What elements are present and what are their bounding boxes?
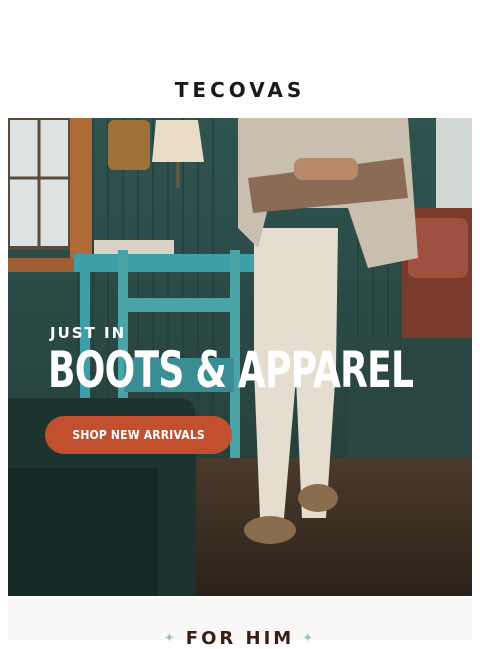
sparkle-icon: ✦ <box>163 631 178 646</box>
cta-label: SHOP NEW ARRIVALS <box>72 428 205 442</box>
sparkle-icon: ✦ <box>302 631 317 646</box>
header: TECOVAS <box>0 0 480 118</box>
section-title[interactable]: FOR HIM <box>186 628 294 649</box>
hero-banner[interactable]: JUST IN BOOTS & APPAREL SHOP NEW ARRIVAL… <box>8 118 472 596</box>
brand-logo[interactable]: TECOVAS <box>0 78 480 102</box>
section-title-row: ✦ FOR HIM ✦ <box>8 628 472 649</box>
shop-new-arrivals-button[interactable]: SHOP NEW ARRIVALS <box>45 416 232 454</box>
for-him-section: ✦ FOR HIM ✦ <box>8 598 472 649</box>
hero-headline: BOOTS & APPAREL <box>48 341 414 399</box>
hero-eyebrow: JUST IN <box>50 324 127 342</box>
